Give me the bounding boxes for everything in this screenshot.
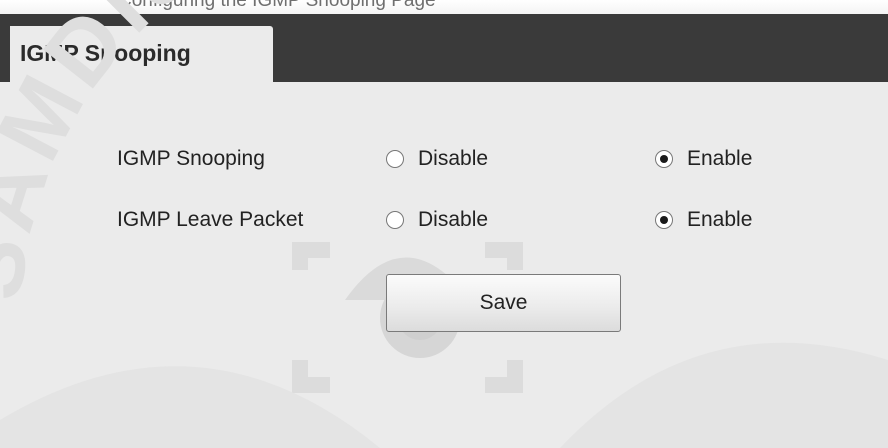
tab-igmp-snooping[interactable]: IGMP Snooping <box>10 26 273 84</box>
radio-label: Disable <box>418 208 489 231</box>
radio-circle[interactable] <box>386 211 404 229</box>
radio-circle-checked[interactable] <box>655 211 673 229</box>
igmp-leave-packet-disable-radio[interactable]: Disable <box>386 206 488 234</box>
radio-label: Disable <box>418 147 489 170</box>
radio-label: Enable <box>687 147 753 170</box>
cropped-header-text: Configuring the IGMP Snooping Page <box>118 0 436 11</box>
igmp-leave-packet-row: IGMP Leave Packet Disable Enable <box>0 201 888 237</box>
igmp-leave-packet-label: IGMP Leave Packet <box>117 208 304 231</box>
igmp-snooping-enable-radio[interactable]: Enable <box>655 145 752 173</box>
igmp-snooping-label: IGMP Snooping <box>117 147 265 170</box>
radio-label: Enable <box>687 208 753 231</box>
tab-label: IGMP Snooping <box>20 40 191 66</box>
radio-circle[interactable] <box>386 150 404 168</box>
radio-circle-checked[interactable] <box>655 150 673 168</box>
igmp-snooping-page: Configuring the IGMP Snooping Page IGMP … <box>0 0 888 448</box>
igmp-leave-packet-enable-radio[interactable]: Enable <box>655 206 752 234</box>
cropped-header: Configuring the IGMP Snooping Page <box>0 0 888 14</box>
save-button[interactable]: Save <box>386 274 621 332</box>
igmp-snooping-disable-radio[interactable]: Disable <box>386 145 488 173</box>
igmp-snooping-row: IGMP Snooping Disable Enable <box>0 140 888 176</box>
